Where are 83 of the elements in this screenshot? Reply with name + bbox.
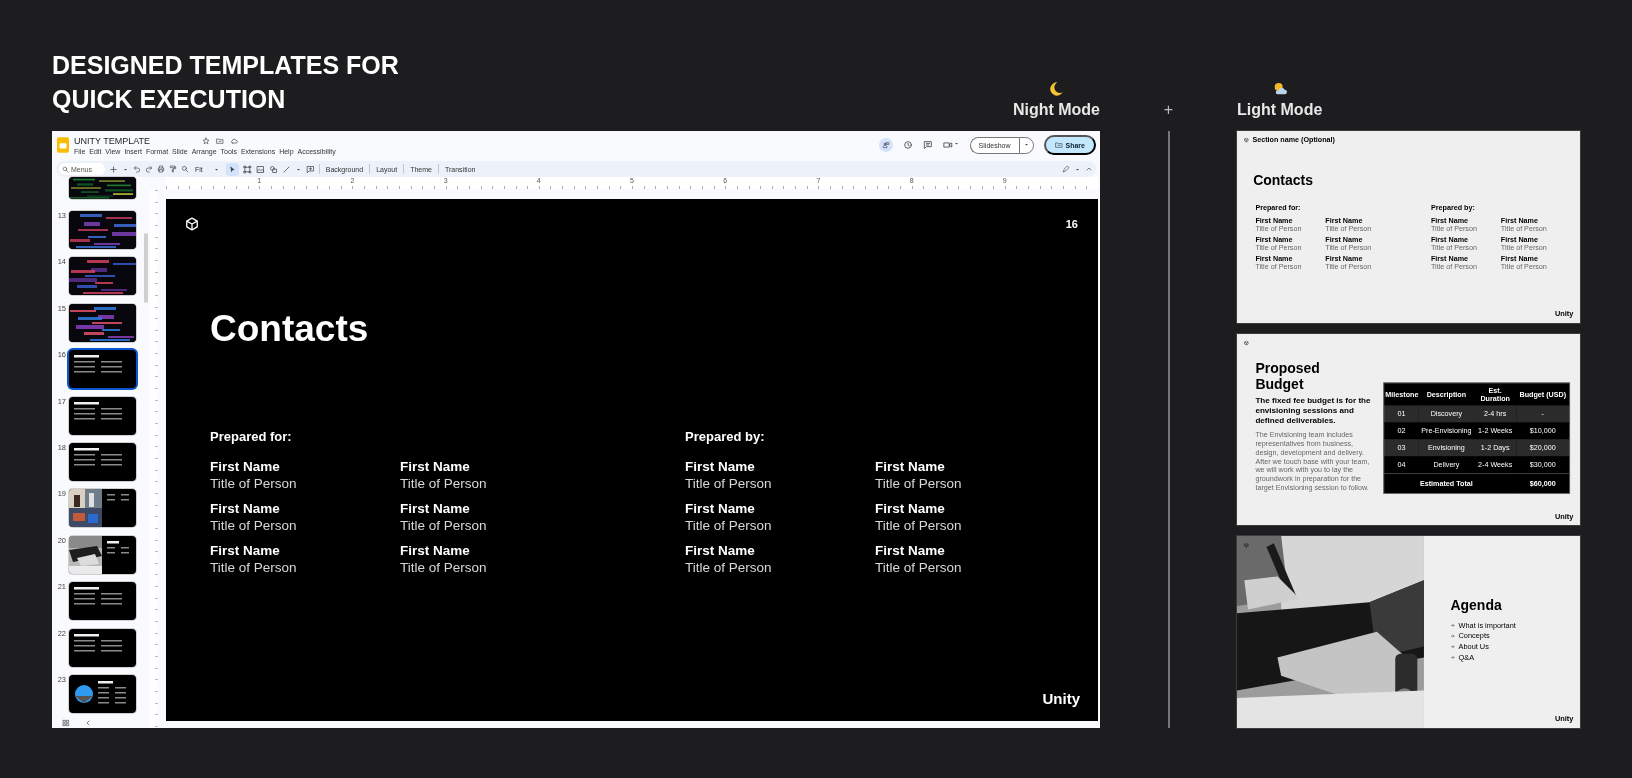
- cube-logo-icon: [185, 216, 199, 231]
- slide-thumbnail[interactable]: [69, 674, 136, 713]
- redo-icon[interactable]: [145, 165, 153, 173]
- text-lines-drawing: [98, 680, 128, 707]
- moon-icon: [1048, 81, 1065, 97]
- person-name: First Name: [685, 542, 756, 559]
- person-name: First Name: [685, 500, 756, 517]
- page-heading: DESIGNED TEMPLATES FOR QUICK EXECUTION: [52, 50, 400, 115]
- person-name: First Name: [210, 458, 281, 475]
- plus-icon[interactable]: [109, 164, 118, 174]
- slide-thumbnail[interactable]: [69, 257, 136, 296]
- person-title: Title of Person: [685, 475, 773, 492]
- folder-icon[interactable]: [1054, 141, 1063, 149]
- person-name: First Name: [685, 458, 756, 475]
- print-icon[interactable]: [157, 165, 165, 173]
- shapes-icon[interactable]: [268, 164, 278, 174]
- slide-title: Contacts: [1253, 172, 1314, 189]
- slide-title: Agenda: [1450, 598, 1503, 614]
- select-box-icon[interactable]: [242, 164, 252, 174]
- person-title: Title of Person: [210, 559, 298, 576]
- slide-thumbnail[interactable]: [69, 303, 136, 342]
- scrollbar[interactable]: [144, 233, 148, 303]
- undo-icon[interactable]: [133, 165, 141, 173]
- person-title: Title of Person: [875, 475, 963, 492]
- zoom-icon[interactable]: [181, 165, 189, 173]
- slide-title: Contacts: [210, 307, 370, 351]
- group-label: Prepared by:: [685, 429, 766, 444]
- person-title: Title of Person: [400, 517, 488, 534]
- text-lines-drawing: [74, 447, 124, 469]
- add-comment-icon[interactable]: [305, 164, 315, 174]
- mode-label: Light Mode: [1237, 101, 1323, 119]
- folder-icon[interactable]: [216, 136, 225, 145]
- text-lines-drawing: [74, 633, 124, 655]
- paint-roller-icon[interactable]: [169, 165, 177, 173]
- chevron-left-icon[interactable]: [84, 719, 92, 727]
- comment-icon[interactable]: [922, 140, 933, 150]
- person-title: Title of Person: [400, 475, 488, 492]
- slide-subtitle: The fixed fee budget is for the envisioning sessions and defined deliverables.: [1255, 394, 1372, 425]
- slide-thumbnail[interactable]: [69, 350, 136, 389]
- star-icon[interactable]: [202, 136, 211, 145]
- person-title: Title of Person: [400, 559, 488, 576]
- slide-thumbnail[interactable]: [69, 628, 136, 667]
- slide-number: 16: [1065, 217, 1078, 230]
- text-lines-drawing: [107, 540, 131, 557]
- plus-sign: +: [1163, 101, 1174, 119]
- person-name: First Name: [400, 500, 471, 517]
- person-title: Title of Person: [685, 559, 773, 576]
- person-name: First Name: [400, 458, 471, 475]
- text-lines-drawing: [74, 401, 124, 423]
- history-icon[interactable]: [902, 140, 913, 150]
- grid-icon[interactable]: [62, 719, 70, 727]
- person-title: Title of Person: [210, 517, 298, 534]
- person-title: Title of Person: [875, 517, 963, 534]
- person-name: First Name: [210, 500, 281, 517]
- search-icon[interactable]: [62, 165, 69, 173]
- line-icon[interactable]: [281, 164, 291, 174]
- chevron-up-icon[interactable]: [1085, 165, 1093, 173]
- slide-thumbnail[interactable]: [69, 582, 136, 621]
- slide-title: Proposed Budget: [1255, 360, 1321, 392]
- slide-thumbnail[interactable]: [69, 535, 136, 574]
- camera-icon[interactable]: [942, 140, 953, 150]
- slide-thumbnail[interactable]: [69, 177, 136, 199]
- person-title: Title of Person: [875, 559, 963, 576]
- people-icon[interactable]: [878, 138, 893, 152]
- slide-thumbnail[interactable]: [69, 489, 136, 528]
- document-title[interactable]: UNITY TEMPLATE: [74, 135, 151, 146]
- mode-label: Night Mode: [1012, 101, 1100, 119]
- pointer-icon[interactable]: [225, 162, 239, 176]
- person-name: First Name: [875, 542, 946, 559]
- person-title: Title of Person: [210, 475, 298, 492]
- person-name: First Name: [210, 542, 281, 559]
- slide-thumbnail[interactable]: [69, 442, 136, 481]
- slide-thumbnail[interactable]: [69, 396, 136, 435]
- person-name: First Name: [400, 542, 471, 559]
- pen-icon[interactable]: [1062, 165, 1070, 173]
- brand-name: Unity: [1042, 690, 1081, 709]
- image-icon[interactable]: [255, 164, 265, 174]
- person-name: First Name: [875, 458, 946, 475]
- group-label: Prepared for:: [210, 429, 293, 444]
- person-title: Title of Person: [685, 517, 773, 534]
- cloud-icon[interactable]: [230, 136, 239, 145]
- person-name: First Name: [875, 500, 946, 517]
- slide-thumbnail[interactable]: [69, 211, 136, 249]
